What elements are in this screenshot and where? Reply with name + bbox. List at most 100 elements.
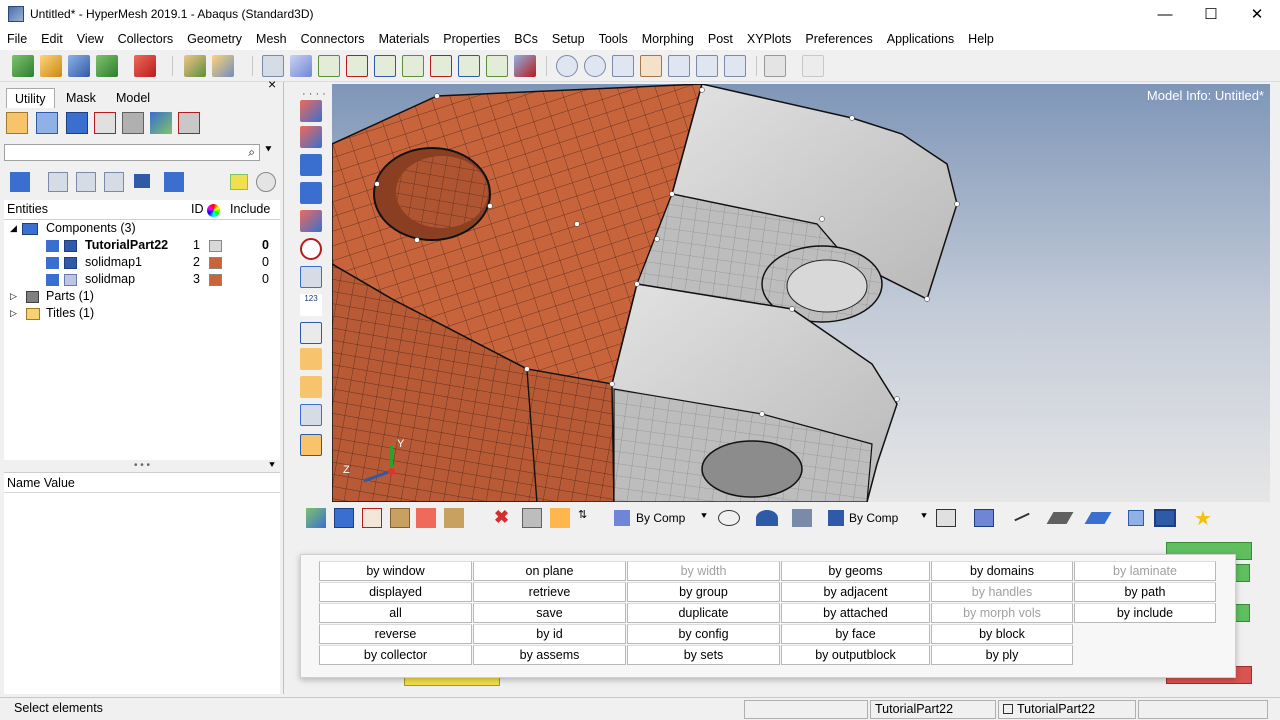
menu-morphing[interactable]: Morphing [635,28,701,50]
select-by-outputblock-button[interactable]: by outputblock [781,645,930,665]
select-by-adjacent-button[interactable]: by adjacent [781,582,930,602]
splitter-handle[interactable]: • • • [134,460,150,471]
view-yz-icon[interactable] [346,55,368,77]
user-profile-icon[interactable] [184,55,206,77]
select-reverse-button[interactable]: reverse [319,624,472,644]
status-current-collector[interactable]: TutorialPart22 [998,700,1136,719]
menu-xyplots[interactable]: XYPlots [740,28,798,50]
tree-row-component[interactable]: solidmap 3 0 [4,271,280,288]
select-by-assems-button[interactable]: by assems [473,645,626,665]
menu-help[interactable]: Help [961,28,1001,50]
view-xy-icon[interactable] [318,55,340,77]
import-icon[interactable] [96,55,118,77]
close-button[interactable]: ✕ [1234,0,1280,28]
shaded-cube-icon[interactable] [974,509,994,527]
pan-hand-icon[interactable] [640,55,662,77]
select-duplicate-button[interactable]: duplicate [627,603,780,623]
shaded-icon[interactable] [134,174,150,188]
menu-applications[interactable]: Applications [880,28,961,50]
save-file-icon[interactable] [68,55,90,77]
select-by-group-button[interactable]: by group [627,582,780,602]
view-xz-icon[interactable] [374,55,396,77]
eye-toggle-icon[interactable] [256,172,276,192]
select-retrieve-button[interactable]: retrieve [473,582,626,602]
select-by-window-button[interactable]: by window [319,561,472,581]
select-by-id-button[interactable]: by id [473,624,626,644]
menu-file[interactable]: File [0,28,34,50]
tab-utility[interactable]: Utility [6,88,55,108]
select-by-sets-button[interactable]: by sets [627,645,780,665]
zoom-in-icon[interactable] [556,55,578,77]
chevron-down-icon[interactable]: ⯆ [264,144,273,157]
undo-icon[interactable] [764,55,786,77]
search-input[interactable]: ⌕ [4,144,260,161]
expand-icon[interactable]: ▷ [10,288,17,305]
search-icon[interactable]: ⌕ [248,145,255,160]
star-icon[interactable]: ★ [1194,506,1212,531]
center-icon[interactable] [612,55,634,77]
shaded-elements-icon[interactable] [300,126,322,148]
wireframe-cube-icon[interactable] [936,509,956,527]
solver-view-icon[interactable] [122,112,144,134]
select-by-block-button[interactable]: by block [931,624,1073,644]
status-current-component[interactable]: TutorialPart22 [870,700,996,719]
select-by-domains-button[interactable]: by domains [931,561,1073,581]
screenshot-icon[interactable] [300,434,322,456]
menu-mesh[interactable]: Mesh [249,28,294,50]
label-abc-red-icon[interactable] [300,376,322,398]
menu-post[interactable]: Post [701,28,740,50]
select-displayed-button[interactable]: displayed [319,582,472,602]
material-view-icon[interactable] [66,112,88,134]
elements-icon[interactable] [164,172,184,192]
feature-lines-icon[interactable] [300,182,322,204]
view-back-icon[interactable] [458,55,480,77]
select-by-ply-button[interactable]: by ply [931,645,1073,665]
fit-model-icon[interactable] [514,55,536,77]
solid-display-icon[interactable] [390,508,410,528]
minimize-button[interactable]: — [1142,0,1188,28]
view-front-icon[interactable] [430,55,452,77]
pan-vertical-icon[interactable] [696,55,718,77]
open-file-icon[interactable] [40,55,62,77]
menu-preferences[interactable]: Preferences [798,28,879,50]
color-swatch[interactable] [209,240,222,252]
include-view-icon[interactable] [94,112,116,134]
select-by-config-button[interactable]: by config [627,624,780,644]
pan-horizontal-icon[interactable] [668,55,690,77]
chevron-down-icon[interactable]: ⯆ [920,511,928,522]
menu-tools[interactable]: Tools [592,28,635,50]
shrink-icon[interactable] [300,266,322,288]
assembly-view-icon[interactable] [36,112,58,134]
entity-view-icon[interactable] [150,112,172,134]
select-all-button[interactable]: all [319,603,472,623]
select-by-collector-button[interactable]: by collector [319,645,472,665]
tree-row-titles[interactable]: ▷ Titles (1) [4,305,280,322]
model-browser-icon[interactable] [212,55,234,77]
mask-icon[interactable] [522,508,542,528]
collapse-icon[interactable]: ◢ [10,220,17,237]
isolate-icon[interactable] [104,172,124,192]
zoom-out-icon[interactable] [584,55,606,77]
transparency-icon[interactable] [300,210,322,232]
unhide-icon[interactable] [444,508,464,528]
chevron-down-icon[interactable]: ⯆ [268,460,276,471]
menu-setup[interactable]: Setup [545,28,592,50]
select-by-attached-button[interactable]: by attached [781,603,930,623]
tree-row-components[interactable]: ◢ Components (3) [4,220,280,237]
chevron-down-icon[interactable]: ⯆ [700,511,708,522]
tab-model[interactable]: Model [108,88,158,108]
element-display-icon[interactable] [334,508,354,528]
folder-icon[interactable] [230,174,248,190]
measure-icon[interactable] [300,322,322,344]
wireframe-icon[interactable] [300,154,322,176]
expand-icon[interactable]: ▷ [10,305,17,322]
view-iso-icon[interactable] [402,55,424,77]
select-on-plane-button[interactable]: on plane [473,561,626,581]
menu-collectors[interactable]: Collectors [111,28,181,50]
clipping-icon[interactable] [300,238,322,260]
fill-shape-icon[interactable] [756,510,778,526]
maximize-button[interactable]: ☐ [1188,0,1234,28]
rotate-axis-icon[interactable] [486,55,508,77]
color-swatch[interactable] [209,274,222,286]
component-view-icon[interactable] [6,112,28,134]
